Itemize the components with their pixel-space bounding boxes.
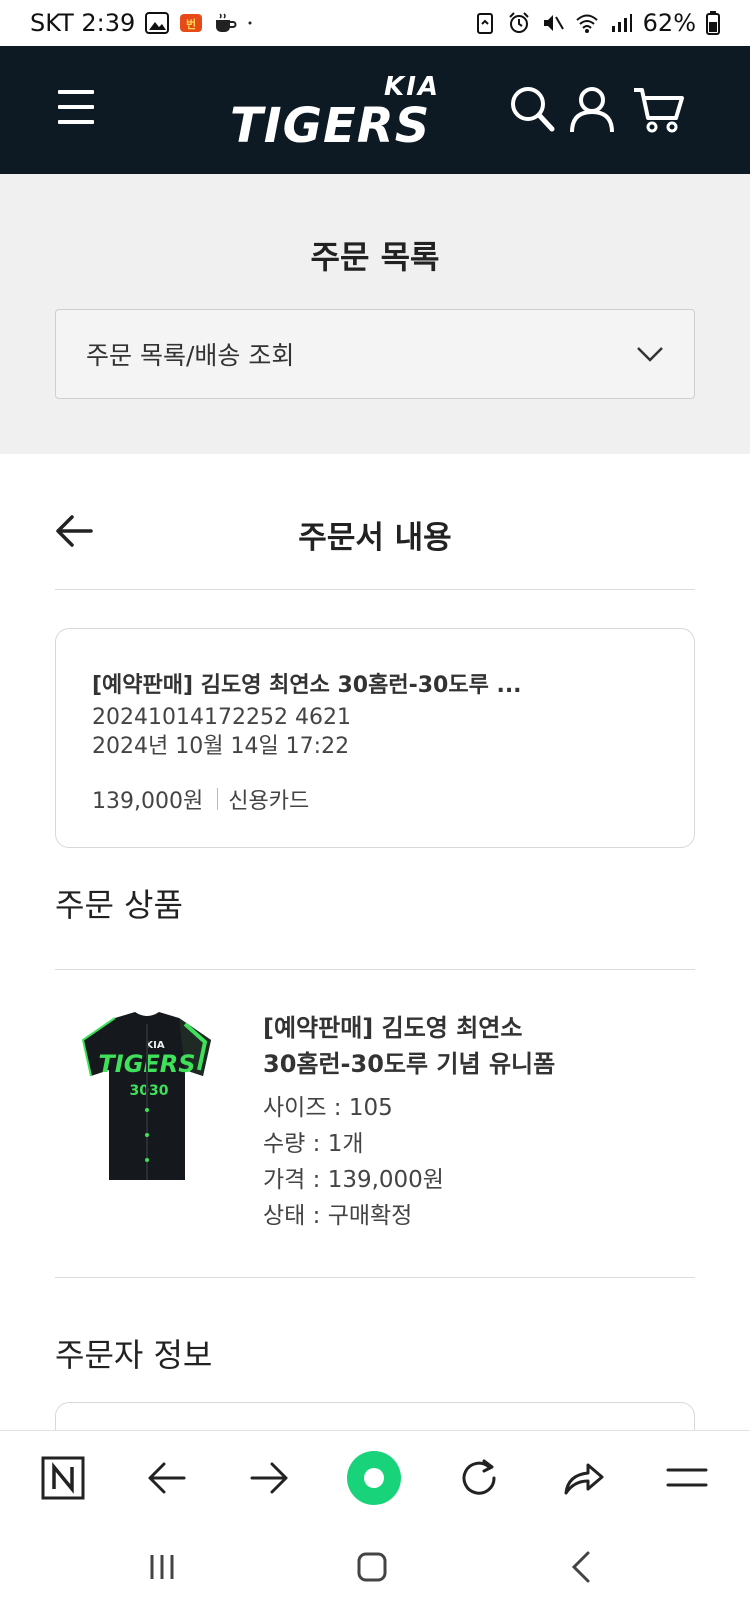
- battery-icon: [706, 11, 720, 35]
- product-name-line1: [예약판매] 김도영 최연소: [263, 1014, 523, 1042]
- chevron-down-icon: [637, 347, 663, 362]
- product-name-line2: 30홈런-30도루 기념 유니폼: [263, 1050, 556, 1078]
- order-detail-header: 주문서 내용: [55, 478, 695, 590]
- product-price: 가격 : 139,000원: [263, 1167, 444, 1193]
- cart-icon[interactable]: [632, 84, 686, 134]
- browser-toolbar: [0, 1430, 750, 1525]
- signal-icon: [611, 14, 632, 32]
- refresh-icon[interactable]: [454, 1453, 504, 1503]
- payment-summary: 139,000원 신용카드: [92, 783, 658, 815]
- order-summary-card[interactable]: [예약판매] 김도영 최연소 30홈런-30도루 ... 20241014172…: [55, 628, 695, 848]
- system-back-icon[interactable]: [562, 1547, 602, 1587]
- share-icon[interactable]: [558, 1453, 608, 1503]
- search-icon[interactable]: [508, 84, 556, 134]
- battery-saver-icon: [476, 13, 493, 34]
- order-menu-dropdown[interactable]: 주문 목록/배송 조회: [55, 309, 695, 399]
- app-notification-icon: 번: [180, 14, 203, 32]
- green-dot-home-icon[interactable]: [346, 1450, 402, 1506]
- order-number: 20241014172252 4621: [92, 705, 351, 730]
- back-icon[interactable]: [142, 1453, 192, 1503]
- order-detail-title: 주문서 내용: [298, 520, 452, 556]
- dot-icon: [248, 21, 252, 25]
- svg-text:번: 번: [186, 17, 196, 31]
- menu-lines-icon[interactable]: [662, 1453, 712, 1503]
- order-product-name: [예약판매] 김도영 최연소 30홈런-30도루 ...: [92, 673, 522, 698]
- wifi-icon: [575, 14, 598, 33]
- divider: [55, 969, 695, 970]
- svg-text:KIA: KIA: [145, 1040, 164, 1051]
- order-date: 2024년 10월 14일 17:22: [92, 734, 350, 759]
- status-bar: SKT 2:39 번 62%: [0, 0, 750, 46]
- product-quantity: 수량 : 1개: [263, 1131, 364, 1157]
- ordered-items-title: 주문 상품: [55, 886, 183, 924]
- divider: [217, 788, 219, 810]
- coffee-icon: [216, 13, 237, 32]
- order-list-header: 주문 목록 주문 목록/배송 조회: [0, 174, 750, 454]
- forward-icon[interactable]: [244, 1453, 294, 1503]
- tigers-logo[interactable]: KIA TIGERS: [230, 64, 450, 160]
- product-size: 사이즈 : 105: [263, 1095, 393, 1121]
- page-title: 주문 목록: [310, 238, 440, 276]
- payment-method: 신용카드: [228, 789, 310, 814]
- carrier-time: SKT 2:39: [30, 9, 136, 37]
- alarm-icon: [508, 12, 529, 33]
- system-navigation-bar: [0, 1525, 750, 1609]
- product-status: 상태 : 구매확정: [263, 1203, 413, 1229]
- naver-n-icon[interactable]: [38, 1453, 88, 1503]
- order-amount: 139,000원: [92, 789, 204, 814]
- divider: [55, 1277, 695, 1278]
- dropdown-value: 주문 목록/배송 조회: [86, 341, 295, 370]
- svg-text:3030: 3030: [130, 1083, 169, 1099]
- product-item[interactable]: TIGERS KIA 3030 [예약판매] 김도영 최연소 30홈런-30도루…: [55, 1010, 695, 1240]
- logo-tigers-text: TIGERS: [230, 98, 431, 154]
- orderer-info-title: 주문자 정보: [55, 1336, 213, 1374]
- top-navigation-bar: KIA TIGERS: [0, 46, 750, 174]
- mute-icon: [543, 15, 564, 31]
- battery-percent: 62%: [642, 9, 696, 37]
- home-icon[interactable]: [352, 1547, 392, 1587]
- user-icon[interactable]: [568, 84, 616, 134]
- jersey-image: TIGERS KIA 3030: [81, 1012, 211, 1180]
- recent-apps-icon[interactable]: [142, 1547, 182, 1587]
- gallery-icon: [145, 12, 170, 34]
- product-info: [예약판매] 김도영 최연소 30홈런-30도루 기념 유니폼 사이즈 : 10…: [263, 1010, 593, 1234]
- menu-icon[interactable]: [58, 90, 94, 126]
